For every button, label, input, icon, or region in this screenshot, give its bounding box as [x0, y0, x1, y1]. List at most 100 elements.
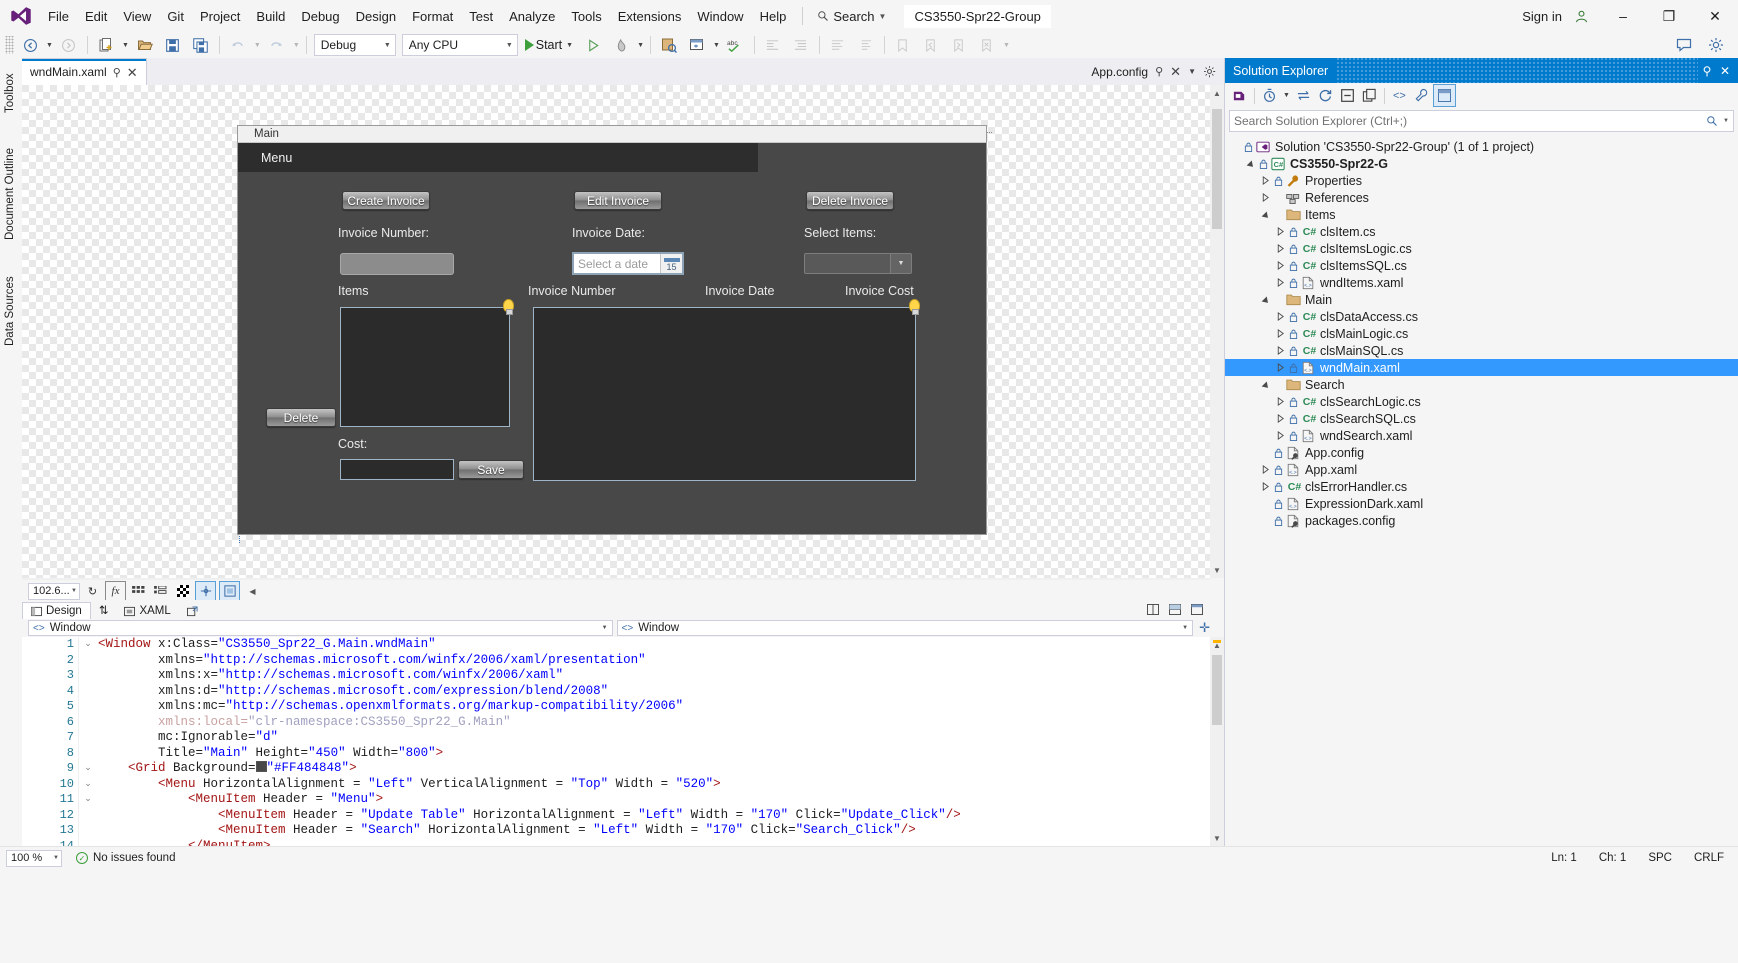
- menu-build[interactable]: Build: [248, 4, 293, 29]
- magnifier-icon[interactable]: [1706, 115, 1718, 127]
- document-tab-app-config-label[interactable]: App.config: [1091, 65, 1148, 79]
- menu-format[interactable]: Format: [404, 4, 461, 29]
- tool-window-icon[interactable]: [683, 34, 711, 56]
- split-horizontal-icon[interactable]: [1165, 600, 1184, 619]
- designer-vertical-scrollbar[interactable]: ▲ ▼: [1210, 85, 1224, 578]
- minimize-button[interactable]: –: [1600, 0, 1646, 32]
- wpf-window-preview[interactable]: Main Menu Create Invoice Edit Invoice De…: [237, 125, 987, 535]
- tree-item[interactable]: App.config: [1225, 444, 1738, 461]
- code-line[interactable]: 8 Title="Main" Height="450" Width="800">: [22, 746, 1210, 762]
- preview-selected-icon[interactable]: [1432, 84, 1456, 107]
- designer-zoom-combo[interactable]: 102.6... ▼: [28, 582, 80, 600]
- global-search[interactable]: Search ▼: [811, 6, 892, 27]
- code-line[interactable]: 12 <MenuItem Header = "Update Table" Hor…: [22, 808, 1210, 824]
- code-line[interactable]: 7 mc:Ignorable="d": [22, 730, 1210, 746]
- new-project-icon[interactable]: [92, 34, 120, 56]
- collapse-pane-icon[interactable]: [1187, 600, 1206, 619]
- close-icon[interactable]: ✕: [1716, 61, 1734, 81]
- feedback-icon[interactable]: [1670, 34, 1698, 56]
- solution-explorer-search[interactable]: Search Solution Explorer (Ctrl+;) ▼: [1229, 110, 1734, 132]
- scroll-down-arrow-icon[interactable]: ▼: [1210, 830, 1224, 846]
- menu-tools[interactable]: Tools: [563, 4, 609, 29]
- alignment-icon[interactable]: [195, 580, 216, 602]
- menu-window[interactable]: Window: [689, 4, 751, 29]
- expander-closed-icon[interactable]: [1276, 363, 1289, 372]
- tree-item[interactable]: C# clsItem.cs: [1225, 223, 1738, 240]
- expander-open-icon[interactable]: [1260, 292, 1276, 308]
- lightbulb-icon[interactable]: [503, 299, 514, 315]
- maximize-button[interactable]: ❐: [1646, 0, 1692, 32]
- expander-closed-icon[interactable]: [1261, 465, 1274, 474]
- edit-invoice-button[interactable]: Edit Invoice: [574, 191, 662, 210]
- start-dropdown-icon[interactable]: ▼: [564, 42, 575, 49]
- tree-item[interactable]: C# clsMainSQL.cs: [1225, 342, 1738, 359]
- expander-closed-icon[interactable]: [1261, 193, 1274, 202]
- vtab-data-sources[interactable]: Data Sources: [0, 260, 22, 362]
- close-button[interactable]: ✕: [1692, 0, 1738, 32]
- expander-closed-icon[interactable]: [1261, 176, 1274, 185]
- tree-item[interactable]: C# clsSearchLogic.cs: [1225, 393, 1738, 410]
- tree-item[interactable]: <.> ExpressionDark.xaml: [1225, 495, 1738, 512]
- items-listbox[interactable]: [340, 307, 510, 427]
- code-line[interactable]: 14 </MenuItem>: [22, 839, 1210, 847]
- code-line[interactable]: 3 xmlns:x="http://schemas.microsoft.com/…: [22, 668, 1210, 684]
- expander-closed-icon[interactable]: [1276, 278, 1289, 287]
- collapse-toggle-icon[interactable]: ⌄: [82, 637, 94, 653]
- type-navigation-combo[interactable]: <> Window ▼: [28, 620, 613, 636]
- toolbar-grip[interactable]: [5, 36, 14, 54]
- menu-design[interactable]: Design: [348, 4, 404, 29]
- pin-icon[interactable]: ⚲: [113, 66, 121, 79]
- collapse-icon[interactable]: ◀: [243, 582, 262, 601]
- vtab-document-outline[interactable]: Document Outline: [0, 128, 22, 260]
- pin-icon[interactable]: ⚲: [1698, 61, 1716, 81]
- create-invoice-button[interactable]: Create Invoice: [342, 191, 430, 210]
- wpf-menu-bar[interactable]: Menu: [238, 143, 758, 172]
- add-region-icon[interactable]: ✛: [1199, 620, 1210, 636]
- tree-item[interactable]: C# CS3550-Spr22-G: [1225, 155, 1738, 172]
- pop-out-button[interactable]: [179, 604, 206, 619]
- save-button[interactable]: Save: [458, 460, 524, 479]
- tab-design-view[interactable]: Design: [22, 602, 91, 620]
- lightbulb-icon[interactable]: [909, 299, 920, 315]
- menu-test[interactable]: Test: [461, 4, 501, 29]
- tree-item[interactable]: <.> wndSearch.xaml: [1225, 427, 1738, 444]
- artboard-icon[interactable]: [219, 580, 240, 602]
- sign-in-button[interactable]: Sign in: [1516, 9, 1568, 24]
- invoice-datagrid[interactable]: [533, 307, 916, 481]
- tree-item[interactable]: Solution 'CS3550-Spr22-Group' (1 of 1 pr…: [1225, 138, 1738, 155]
- expander-closed-icon[interactable]: [1276, 329, 1289, 338]
- expander-closed-icon[interactable]: [1276, 397, 1289, 406]
- code-line[interactable]: 11 ⌄ <MenuItem Header = "Menu">: [22, 792, 1210, 808]
- code-line[interactable]: 5 xmlns:mc="http://schemas.openxmlformat…: [22, 699, 1210, 715]
- navigate-back-dropdown-icon[interactable]: ▼: [44, 42, 55, 49]
- split-vertical-icon[interactable]: [1143, 600, 1162, 619]
- menu-analyze[interactable]: Analyze: [501, 4, 563, 29]
- tree-item[interactable]: References: [1225, 189, 1738, 206]
- code-line[interactable]: 4 xmlns:d="http://schemas.microsoft.com/…: [22, 684, 1210, 700]
- issues-status[interactable]: ✓ No issues found: [76, 852, 175, 864]
- expander-closed-icon[interactable]: [1276, 312, 1289, 321]
- attach-process-icon[interactable]: [579, 34, 607, 56]
- grid-icon[interactable]: [129, 582, 148, 601]
- tree-item[interactable]: Main: [1225, 291, 1738, 308]
- solution-explorer-tree[interactable]: Solution 'CS3550-Spr22-Group' (1 of 1 pr…: [1225, 138, 1738, 846]
- tree-item[interactable]: Properties: [1225, 172, 1738, 189]
- show-all-files-icon[interactable]: <>: [1389, 85, 1410, 106]
- menu-file[interactable]: File: [40, 4, 77, 29]
- editor-vertical-scrollbar[interactable]: ▲ ▼: [1210, 637, 1224, 846]
- chevron-down-icon[interactable]: ▼: [1188, 67, 1196, 76]
- cost-textbox[interactable]: [340, 459, 454, 480]
- expander-closed-icon[interactable]: [1276, 261, 1289, 270]
- save-icon[interactable]: [159, 34, 187, 56]
- refresh-icon[interactable]: ↻: [83, 582, 102, 601]
- settings-icon[interactable]: [1702, 34, 1730, 56]
- expander-closed-icon[interactable]: [1276, 431, 1289, 440]
- tree-item[interactable]: <.> wndItems.xaml: [1225, 274, 1738, 291]
- tree-item[interactable]: packages.config: [1225, 512, 1738, 529]
- code-line[interactable]: 6 xmlns:local="clr-namespace:CS3550_Spr2…: [22, 715, 1210, 731]
- expander-closed-icon[interactable]: [1276, 414, 1289, 423]
- select-items-combobox[interactable]: ▼: [804, 253, 912, 274]
- collapse-toggle-icon[interactable]: ⌄: [82, 761, 94, 777]
- menu-debug[interactable]: Debug: [293, 4, 347, 29]
- expander-closed-icon[interactable]: [1276, 227, 1289, 236]
